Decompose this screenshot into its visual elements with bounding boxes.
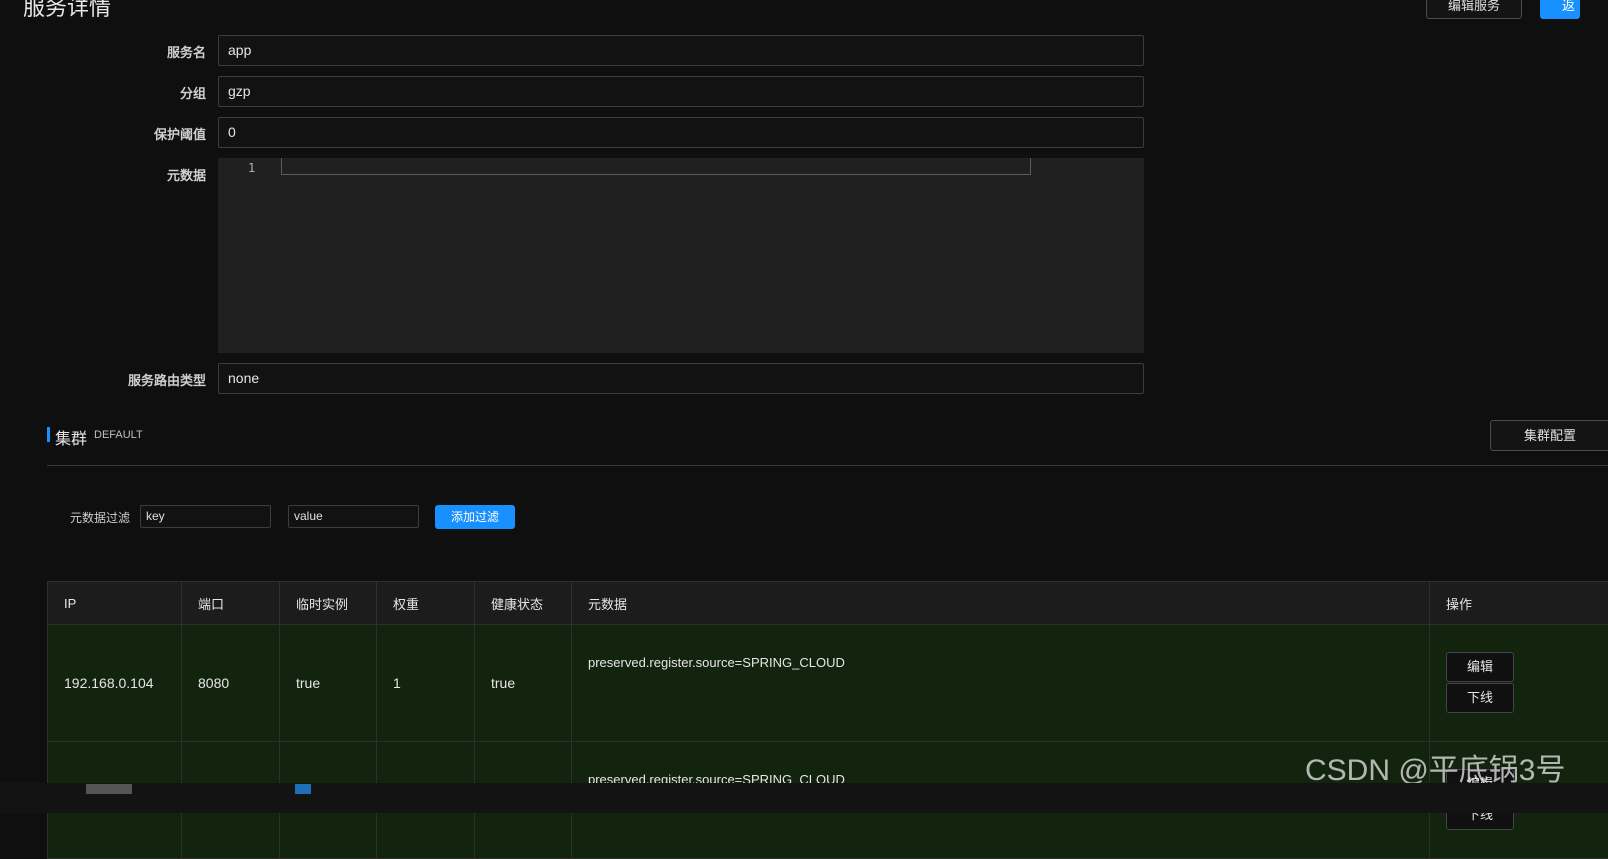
instance-table: IP 端口 临时实例 权重 健康状态 元数据 操作 192.168.0.104 … xyxy=(47,581,1608,859)
taskbar xyxy=(0,783,1608,813)
service-name-input[interactable]: app xyxy=(218,35,1144,66)
offline-instance-button[interactable]: 下线 xyxy=(1446,683,1514,713)
current-line-highlight xyxy=(281,158,1031,175)
group-input[interactable]: gzp xyxy=(218,76,1144,107)
cluster-name: DEFAULT xyxy=(94,429,143,441)
actions-cell: 编辑 下线 xyxy=(1430,625,1608,742)
column-header: IP xyxy=(48,582,182,625)
table-row: 192.168.0.104 8080 true 1 true preserved… xyxy=(48,625,1608,742)
page-title: 服务详情 xyxy=(23,0,111,22)
column-header: 元数据 xyxy=(572,582,1430,625)
column-header: 操作 xyxy=(1430,582,1608,625)
line-number: 1 xyxy=(248,161,255,175)
back-button[interactable]: 返回 xyxy=(1540,0,1580,19)
healthy-cell: true xyxy=(475,625,572,742)
metadata-cell: preserved.register.source=SPRING_CLOUD xyxy=(572,625,1430,742)
filter-key-input[interactable]: key xyxy=(140,505,271,528)
column-header: 端口 xyxy=(182,582,280,625)
protect-threshold-label: 保护阈值 xyxy=(0,124,206,143)
taskbar-app-icon[interactable] xyxy=(86,784,132,794)
divider xyxy=(47,465,1608,466)
add-filter-button[interactable]: 添加过滤 xyxy=(435,505,515,529)
cluster-config-button[interactable]: 集群配置 xyxy=(1490,420,1608,451)
column-header: 权重 xyxy=(377,582,475,625)
port-cell: 8080 xyxy=(182,625,280,742)
route-type-input[interactable]: none xyxy=(218,363,1144,394)
ephemeral-cell: true xyxy=(280,625,377,742)
route-type-label: 服务路由类型 xyxy=(0,370,206,389)
column-header: 健康状态 xyxy=(475,582,572,625)
group-label: 分组 xyxy=(0,83,206,102)
metadata-filter-label: 元数据过滤 xyxy=(70,509,130,526)
table-header-row: IP 端口 临时实例 权重 健康状态 元数据 操作 xyxy=(48,582,1608,625)
edit-instance-button[interactable]: 编辑 xyxy=(1446,652,1514,682)
edit-service-button[interactable]: 编辑服务 xyxy=(1426,0,1522,19)
protect-threshold-input[interactable]: 0 xyxy=(218,117,1144,148)
taskbar-app-icon[interactable] xyxy=(295,784,311,794)
cluster-title: 集群 xyxy=(55,425,87,449)
metadata-label: 元数据 xyxy=(0,165,206,184)
service-name-label: 服务名 xyxy=(0,42,206,61)
metadata-editor[interactable]: 1 xyxy=(218,158,1144,353)
column-header: 临时实例 xyxy=(280,582,377,625)
weight-cell: 1 xyxy=(377,625,475,742)
section-accent-bar xyxy=(47,427,50,442)
filter-value-input[interactable]: value xyxy=(288,505,419,528)
ip-cell: 192.168.0.104 xyxy=(48,625,182,742)
